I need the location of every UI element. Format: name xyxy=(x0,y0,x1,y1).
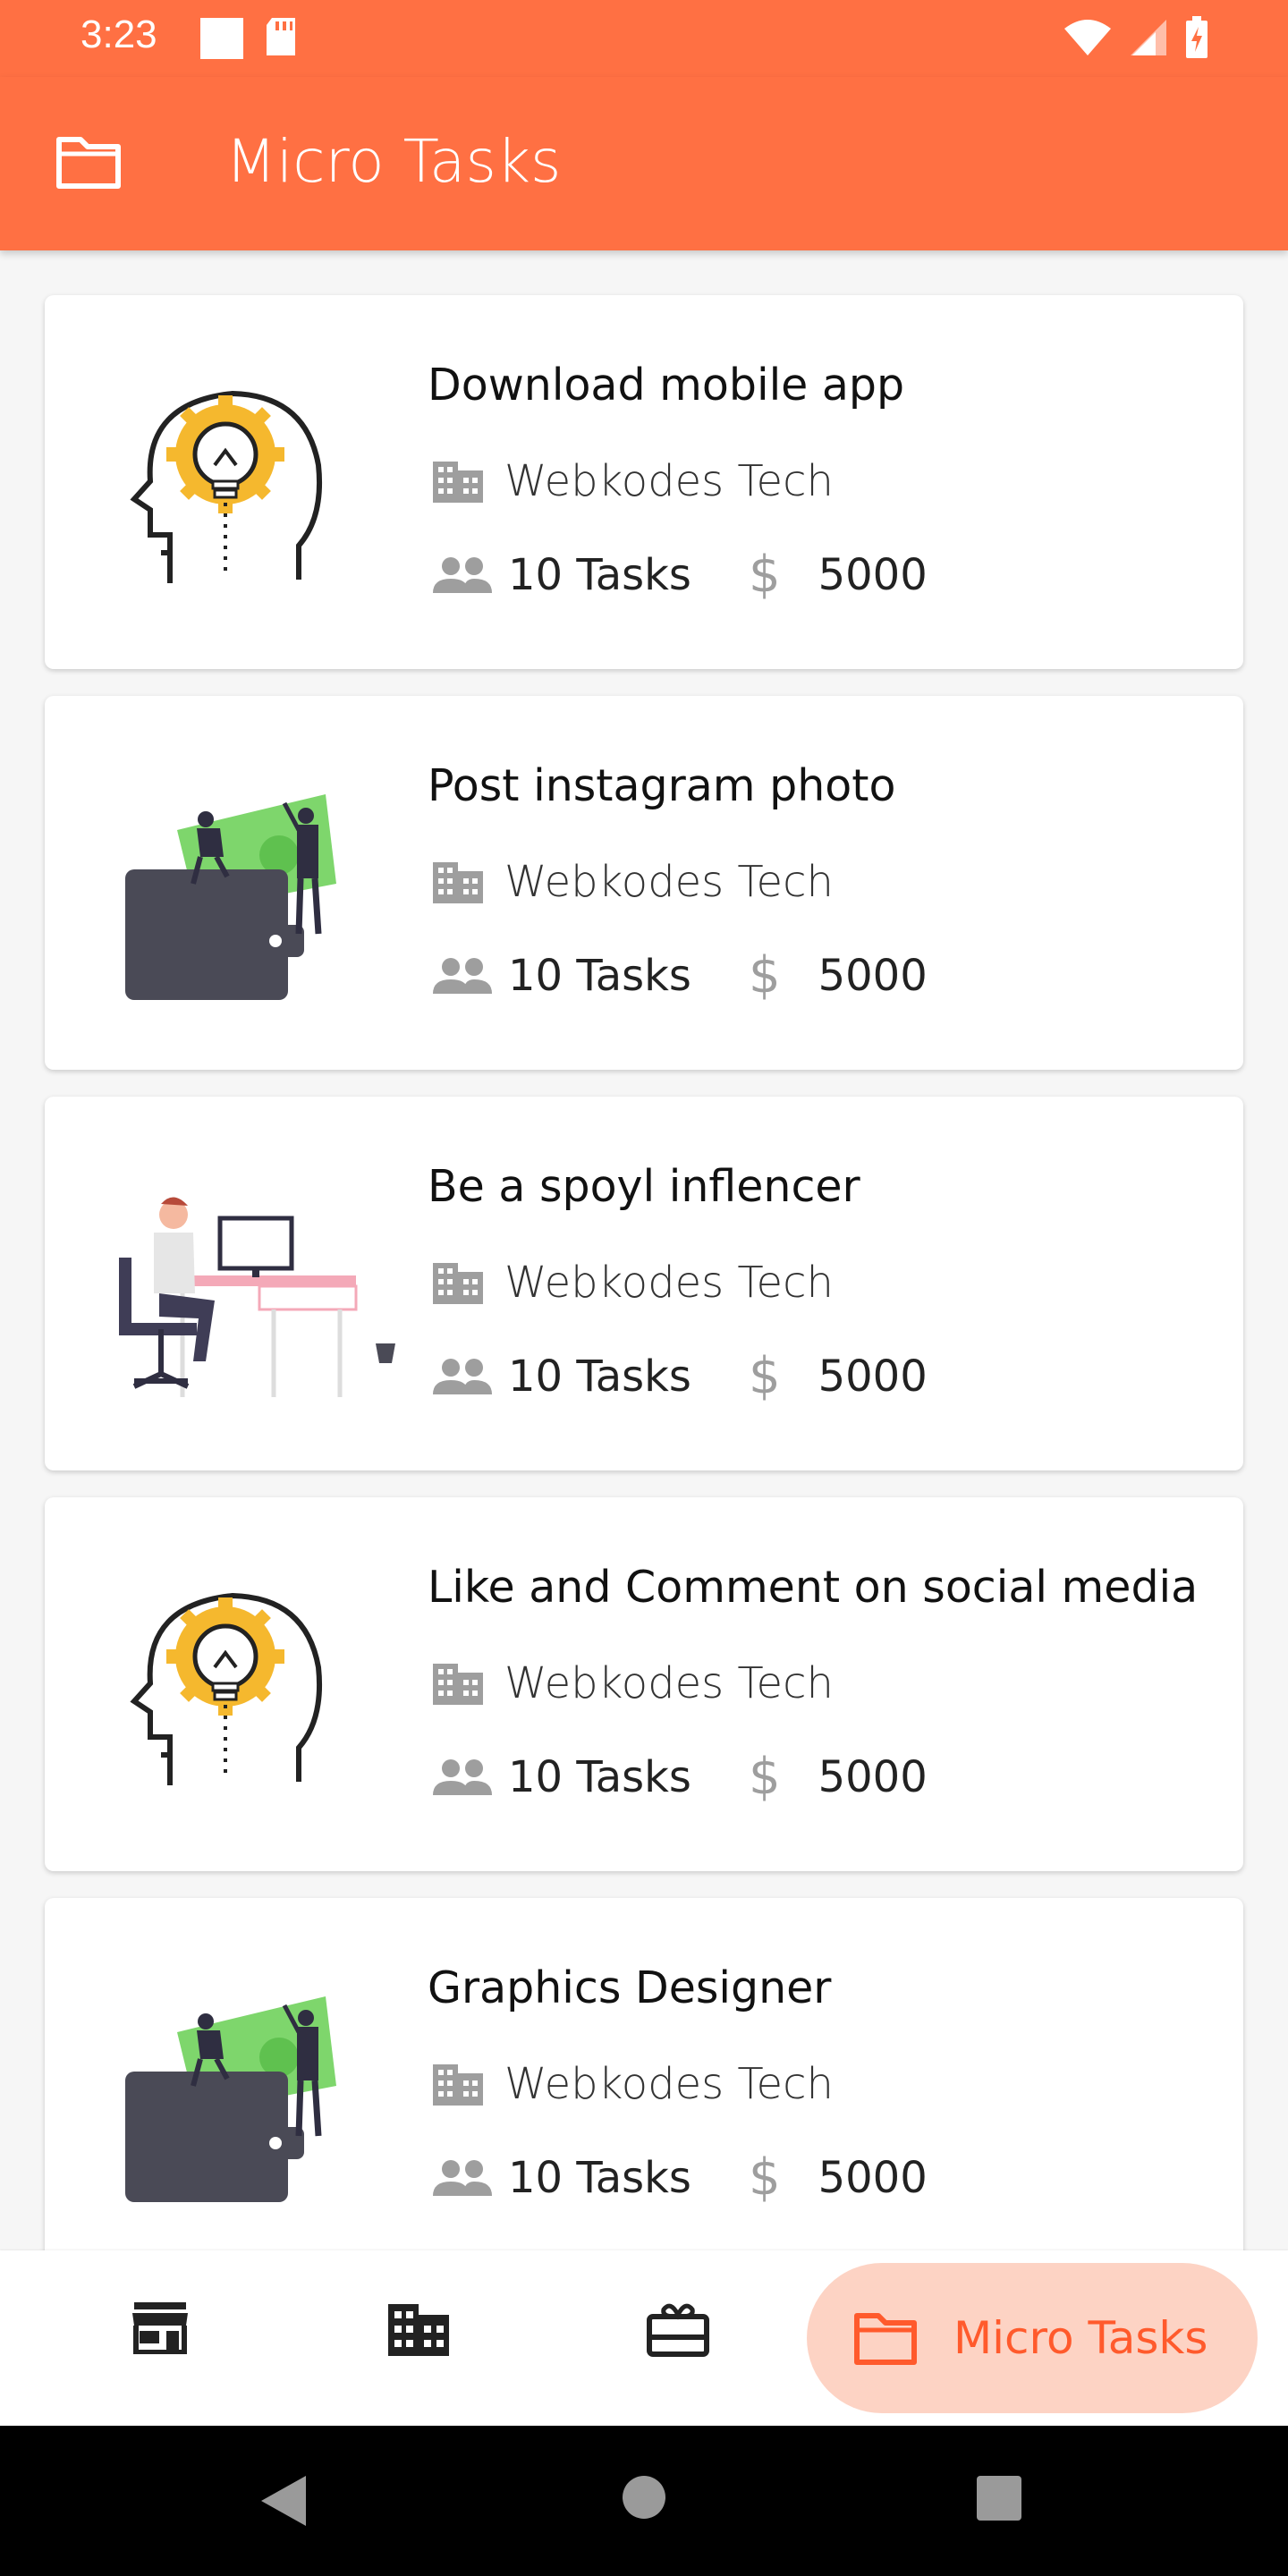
task-reward: 5000 xyxy=(818,549,928,600)
building-icon xyxy=(433,1664,483,1705)
task-title: Be a spoyl inflencer xyxy=(428,1161,860,1212)
bulb-head-illustration xyxy=(130,1592,323,1785)
task-card[interactable]: Like and Comment on social media Webkode… xyxy=(45,1497,1243,1871)
task-count: 10 Tasks xyxy=(508,2152,691,2203)
desk-worker-illustration xyxy=(119,1197,395,1397)
task-card[interactable]: Graphics Designer Webkodes Tech 10 Tasks… xyxy=(45,1898,1243,2250)
building-icon xyxy=(433,2064,483,2106)
nav-label-micro-tasks: Micro Tasks xyxy=(953,2312,1208,2364)
recents-icon[interactable] xyxy=(975,2474,1023,2522)
home-icon[interactable] xyxy=(621,2474,667,2521)
signal-icon xyxy=(1131,20,1166,55)
people-icon xyxy=(433,556,492,593)
bulb-head-illustration xyxy=(130,390,323,583)
system-nav-bar xyxy=(0,2426,1288,2576)
task-reward: 5000 xyxy=(818,1751,928,1802)
task-count: 10 Tasks xyxy=(508,950,691,1001)
status-bar: 3:23 xyxy=(0,0,1288,77)
task-card[interactable]: Download mobile app Webkodes Tech 10 Tas… xyxy=(45,295,1243,669)
notification-square-icon xyxy=(200,18,243,59)
task-title: Graphics Designer xyxy=(428,1962,832,2013)
task-count: 10 Tasks xyxy=(508,1751,691,1802)
nav-item-micro-tasks[interactable]: Micro Tasks xyxy=(807,2263,1258,2413)
dollar-icon: $ xyxy=(748,546,781,604)
wallet-money-illustration xyxy=(125,1996,336,2202)
people-icon xyxy=(433,2159,492,2196)
task-reward: 5000 xyxy=(818,1351,928,1402)
building-icon xyxy=(433,462,483,503)
task-reward: 5000 xyxy=(818,950,928,1001)
dollar-icon: $ xyxy=(748,946,781,1004)
screen: 3:23 Micro Tasks Download mobile app Web… xyxy=(0,0,1288,2576)
task-title: Download mobile app xyxy=(428,360,905,411)
building-icon[interactable] xyxy=(386,2301,451,2358)
back-icon[interactable] xyxy=(259,2474,308,2528)
app-bar: Micro Tasks xyxy=(0,77,1288,250)
wifi-icon xyxy=(1064,20,1111,55)
people-icon xyxy=(433,1358,492,1394)
dollar-icon: $ xyxy=(748,2148,781,2207)
task-card[interactable]: Post instagram photo Webkodes Tech 10 Ta… xyxy=(45,696,1243,1070)
status-time: 3:23 xyxy=(80,13,157,56)
company-name: Webkodes Tech xyxy=(504,2059,834,2109)
task-count: 10 Tasks xyxy=(508,1351,691,1402)
building-icon xyxy=(433,1263,483,1304)
task-count: 10 Tasks xyxy=(508,549,691,600)
battery-charging-icon xyxy=(1186,16,1208,58)
dollar-icon: $ xyxy=(748,1748,781,1806)
task-card[interactable]: Be a spoyl inflencer Webkodes Tech 10 Ta… xyxy=(45,1097,1243,1470)
company-name: Webkodes Tech xyxy=(504,1658,834,1708)
building-icon xyxy=(433,862,483,903)
task-reward: 5000 xyxy=(818,2152,928,2203)
gift-icon[interactable] xyxy=(646,2301,710,2358)
task-title: Post instagram photo xyxy=(428,760,896,811)
dollar-icon: $ xyxy=(748,1347,781,1405)
store-icon[interactable] xyxy=(131,2301,190,2354)
bottom-nav: Micro Tasks xyxy=(0,2250,1288,2426)
people-icon xyxy=(433,957,492,994)
sd-card-icon xyxy=(267,18,295,55)
folder-icon xyxy=(854,2313,917,2365)
task-list[interactable]: Download mobile app Webkodes Tech 10 Tas… xyxy=(0,250,1288,2250)
company-name: Webkodes Tech xyxy=(504,1258,834,1308)
task-title: Like and Comment on social media xyxy=(428,1562,1199,1613)
page-title: Micro Tasks xyxy=(225,127,562,196)
company-name: Webkodes Tech xyxy=(504,456,834,506)
wallet-money-illustration xyxy=(125,794,336,1000)
people-icon xyxy=(433,1758,492,1795)
folder-icon[interactable] xyxy=(55,134,122,190)
company-name: Webkodes Tech xyxy=(504,857,834,907)
